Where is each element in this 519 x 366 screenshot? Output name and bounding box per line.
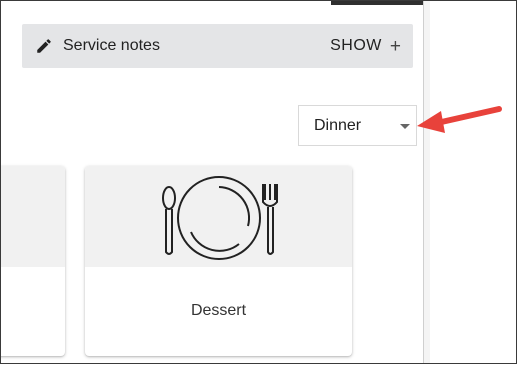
- service-notes-title: Service notes: [63, 37, 160, 54]
- service-notes-bar[interactable]: Service notes SHOW +: [22, 24, 413, 68]
- show-notes-button[interactable]: SHOW: [330, 37, 382, 55]
- red-arrow-icon: [417, 106, 502, 133]
- app-frame: Service notes SHOW + Dinner Dessert: [0, 0, 517, 364]
- plus-icon[interactable]: +: [390, 37, 401, 56]
- card-image-area: [85, 166, 352, 267]
- place-setting-icon: [162, 176, 278, 260]
- meal-period-value: Dinner: [314, 116, 362, 134]
- meal-period-select[interactable]: Dinner: [298, 105, 417, 146]
- caret-down-icon[interactable]: [400, 124, 410, 129]
- menu-card-partial[interactable]: [1, 166, 65, 356]
- top-bar-edge: [331, 1, 423, 5]
- pencil-icon: [34, 36, 54, 56]
- card-label: Dessert: [190, 302, 247, 319]
- menu-card-dessert[interactable]: Dessert: [85, 166, 352, 356]
- scrollbar-track[interactable]: [424, 1, 430, 363]
- card-image-area: [1, 166, 65, 267]
